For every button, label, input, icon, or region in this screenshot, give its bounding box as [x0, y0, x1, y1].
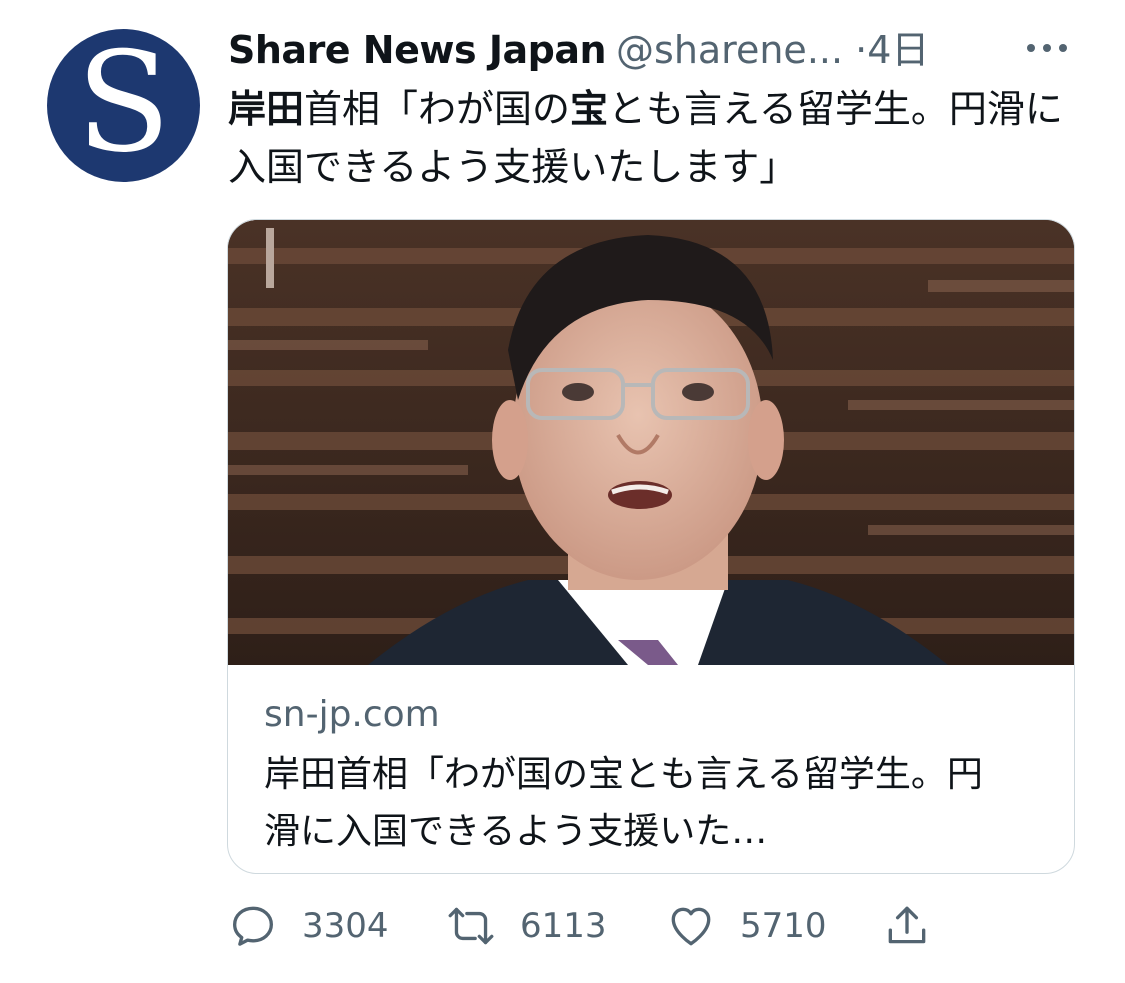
reply-icon — [233, 906, 273, 946]
heart-icon — [671, 907, 711, 946]
avatar-letter: S — [76, 21, 171, 183]
retweet-button[interactable]: 6113 — [444, 898, 607, 954]
tweet-text-bold: 岸田 — [228, 87, 305, 131]
more-options-button[interactable] — [1022, 26, 1072, 70]
share-icon — [888, 906, 926, 944]
card-domain: sn-jp.com — [264, 694, 440, 735]
share-button[interactable] — [882, 898, 932, 954]
retweet-icon — [448, 907, 494, 945]
card-title: 岸田首相「わが国の宝とも言える留学生。円滑に入国できるよう支援いた… — [264, 754, 983, 852]
more-icon — [1027, 44, 1067, 52]
tweet[interactable]: S Share News Japan @sharene... ·4日 岸田首相「わ… — [0, 0, 1125, 983]
card-image[interactable] — [228, 220, 1074, 665]
reply-button[interactable]: 3304 — [228, 898, 389, 954]
display-name[interactable]: Share News Japan — [228, 28, 607, 72]
timestamp[interactable]: 4日 — [867, 28, 929, 72]
tweet-actions: 3304 6113 5710 — [228, 898, 988, 954]
user-handle[interactable]: @sharene... — [616, 28, 843, 72]
tweet-text: 岸田首相「わが国の宝とも言える留学生。円滑に入国できるよう支援いたします」 — [228, 80, 1078, 196]
tweet-header: Share News Japan @sharene... ·4日 — [228, 22, 1088, 78]
like-count: 5710 — [740, 906, 827, 946]
tweet-text-bold: 宝 — [570, 87, 609, 131]
avatar[interactable]: S — [47, 29, 200, 182]
separator-dot: · — [855, 28, 868, 72]
tweet-text-segment: 首相「わが国の — [304, 87, 571, 131]
reply-count: 3304 — [302, 906, 389, 946]
retweet-count: 6113 — [520, 906, 607, 946]
link-card[interactable]: sn-jp.com 岸田首相「わが国の宝とも言える留学生。円滑に入国できるよう支… — [227, 219, 1075, 874]
card-body[interactable]: sn-jp.com 岸田首相「わが国の宝とも言える留学生。円滑に入国できるよう支… — [264, 690, 1044, 860]
like-button[interactable]: 5710 — [666, 898, 827, 954]
